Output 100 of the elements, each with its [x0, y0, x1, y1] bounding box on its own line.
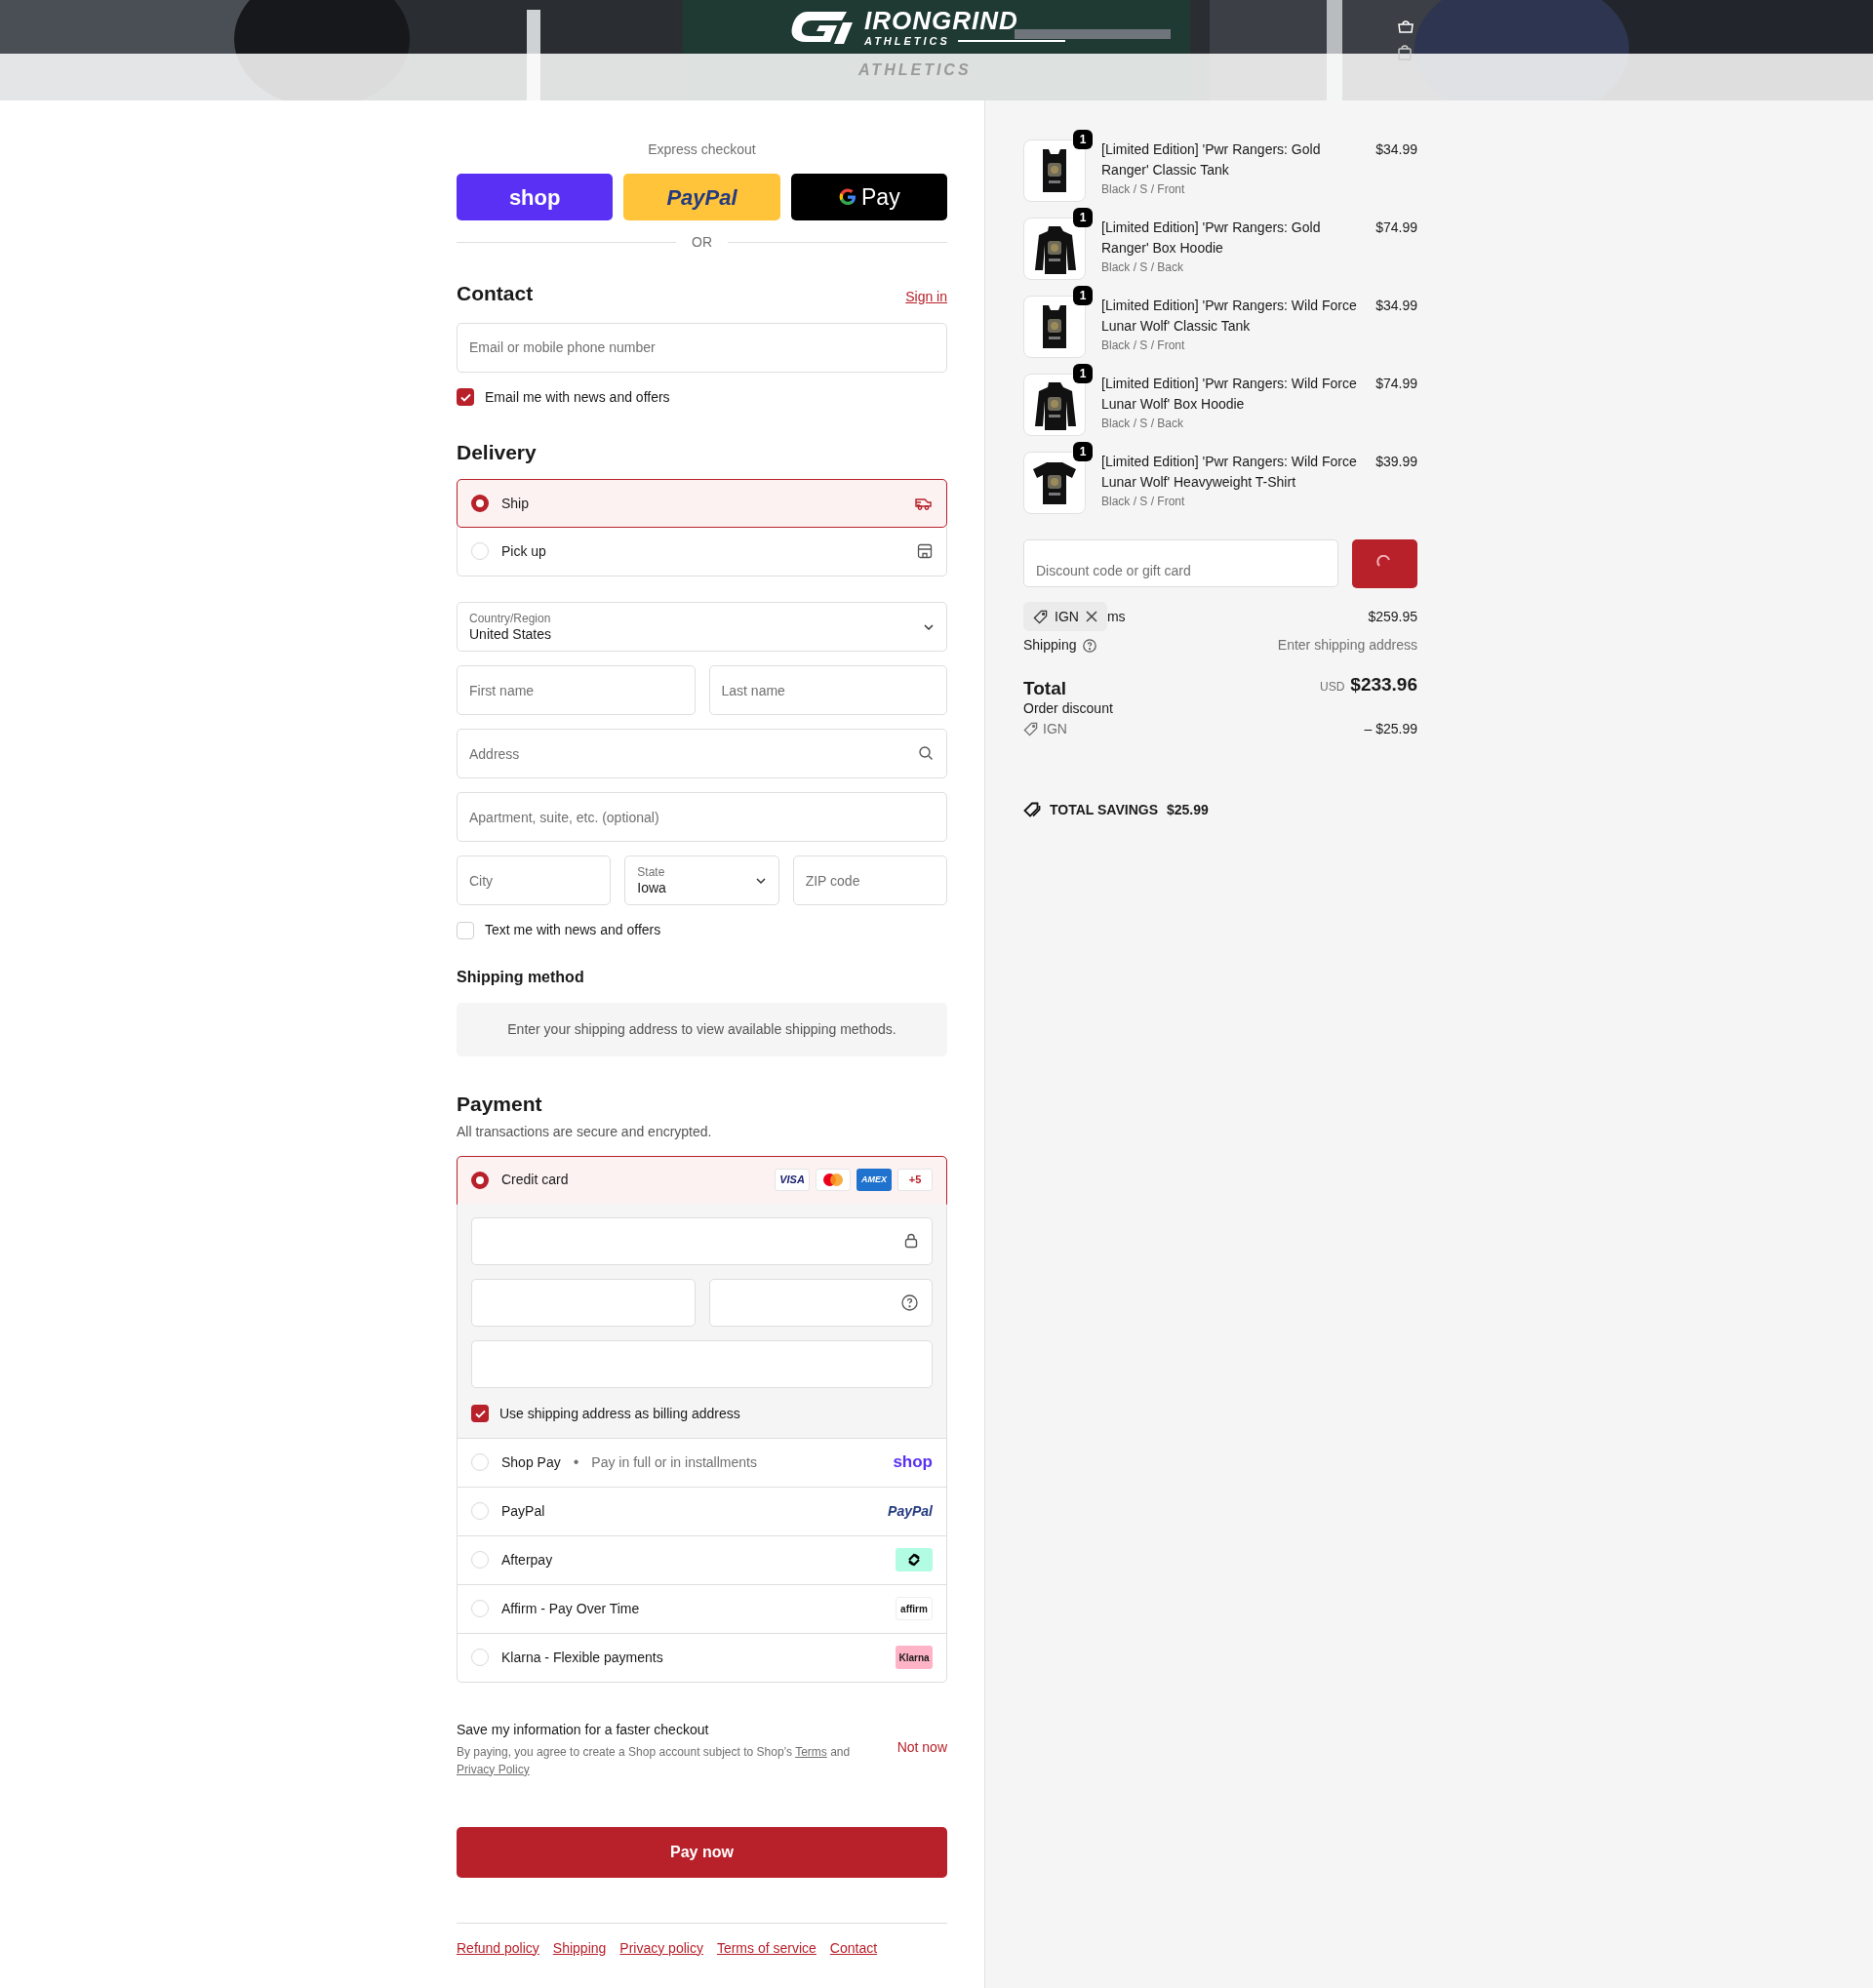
shop-logo: shop	[893, 1451, 933, 1474]
payment-option[interactable]: Affirm - Pay Over Time affirm	[458, 1583, 946, 1633]
chevron-down-icon	[923, 622, 935, 631]
pay-now-button[interactable]: Pay now	[457, 1826, 947, 1878]
not-now-link[interactable]: Not now	[897, 1736, 947, 1758]
express-pay-button[interactable]: Pay	[790, 174, 947, 220]
check-icon	[459, 392, 471, 402]
bag-icon[interactable]	[1397, 20, 1415, 33]
tags-icon	[1023, 802, 1041, 817]
section-heading: Shipping method	[457, 968, 585, 987]
order-discount-label: Order discount	[1023, 698, 1114, 717]
tag-icon	[1033, 609, 1048, 624]
product-variant: Black / S / Back	[1101, 259, 1185, 276]
option-label: PayPal	[501, 1501, 545, 1521]
product-title: [Limited Edition] 'Pwr Rangers: Gold Ranger' Classic Tank	[1101, 140, 1322, 179]
card-input-field[interactable]	[708, 1278, 933, 1327]
truck-icon	[915, 496, 933, 511]
input-field[interactable]: First name	[457, 665, 696, 715]
privacy-policy-link[interactable]: Privacy Policy	[457, 1762, 530, 1776]
input-field[interactable]: Email or mobile phone number	[457, 322, 947, 373]
savings-label: TOTAL SAVINGS	[1050, 800, 1158, 819]
input-field[interactable]: ZIP code	[792, 855, 947, 905]
separator-dot: •	[573, 1452, 579, 1472]
footer-link[interactable]: Contact	[829, 1937, 878, 1959]
bag-icon[interactable]	[1397, 43, 1413, 60]
card-brand-badge: VISA	[775, 1169, 810, 1191]
select-field[interactable]: Country/Region United States	[457, 602, 947, 652]
divider-text: OR	[692, 233, 712, 252]
google-icon	[838, 187, 857, 207]
apply-button[interactable]	[1352, 539, 1417, 588]
card-brand-badge: AMEX	[857, 1169, 892, 1191]
option-label: Ship	[501, 494, 531, 513]
quantity-badge: 1	[1073, 208, 1093, 227]
express-pay-button[interactable]: shop	[457, 174, 614, 220]
tag-icon	[1023, 721, 1038, 736]
sign-in-link[interactable]: Sign in	[905, 286, 947, 307]
option-label: Credit card	[501, 1171, 569, 1189]
input-field[interactable]: Last name	[708, 665, 947, 715]
payment-option[interactable]: PayPal PayPal	[458, 1486, 946, 1535]
terms-link[interactable]: Terms	[795, 1744, 827, 1759]
close-icon[interactable]	[1085, 611, 1097, 622]
search-icon	[918, 745, 934, 761]
footer-link[interactable]: Shipping	[552, 1937, 607, 1959]
checkbox[interactable]	[457, 388, 474, 406]
address-field[interactable]: Address	[457, 729, 947, 778]
method-note: Pay in full or in installments	[591, 1452, 757, 1472]
express-pay-button[interactable]: PayPal	[623, 174, 780, 220]
quantity-badge: 1	[1073, 364, 1093, 383]
info-box: Enter your shipping address to view available shipping methods.	[457, 1003, 947, 1056]
payment-option[interactable]: Shop Pay • Pay in full or in installments shop	[458, 1437, 946, 1487]
card-input-field[interactable]	[471, 1339, 933, 1388]
payment-option[interactable]: Klarna - Flexible payments Klarna	[458, 1632, 946, 1682]
option-label: Affirm - Pay Over Time	[501, 1599, 640, 1618]
checkbox-label: Text me with news and offers	[485, 921, 661, 939]
quantity-badge: 1	[1073, 286, 1093, 305]
product-variant: Black / S / Back	[1101, 416, 1185, 432]
card-input-field[interactable]	[471, 1216, 933, 1265]
check-icon	[474, 1409, 486, 1418]
footer-link[interactable]: Refund policy	[457, 1937, 539, 1959]
product-title: [Limited Edition] 'Pwr Rangers: Gold Ranger' Box Hoodie	[1101, 219, 1322, 258]
total-label: Total	[1023, 677, 1066, 699]
savings-value: $25.99	[1167, 800, 1209, 819]
product-price: $34.99	[1375, 297, 1417, 315]
payment-option[interactable]: Afterpay	[458, 1534, 946, 1584]
currency-code: USD	[1319, 679, 1345, 696]
discount-code: IGN	[1055, 607, 1079, 626]
delivery-option[interactable]: Pick up	[458, 527, 946, 576]
product-price: $34.99	[1375, 140, 1417, 159]
more-brands-badge: +5	[897, 1169, 933, 1191]
field-label: State	[637, 864, 666, 879]
checkbox[interactable]	[457, 921, 474, 939]
input-field[interactable]: City	[457, 855, 612, 905]
footer-link[interactable]: Terms of service	[716, 1937, 817, 1959]
radio-button[interactable]	[471, 495, 489, 512]
option-label: Pick up	[501, 541, 547, 561]
section-subtitle: All transactions are secure and encrypted.	[457, 1122, 713, 1141]
store-icon	[917, 543, 933, 559]
brand-name: IRONGRIND	[864, 8, 1019, 33]
overlapping-circles-icon	[816, 1169, 851, 1191]
radio-button[interactable]	[471, 1171, 489, 1189]
checkbox[interactable]	[471, 1405, 489, 1422]
help-icon	[1082, 638, 1096, 653]
option-label: Afterpay	[501, 1550, 553, 1570]
discount-field[interactable]: Discount code or gift card	[1023, 539, 1338, 587]
select-field[interactable]: State Iowa	[624, 855, 779, 905]
product-variant: Black / S / Front	[1101, 338, 1186, 354]
checkbox-label: Use shipping address as billing address	[499, 1404, 740, 1423]
product-title: [Limited Edition] 'Pwr Rangers: Wild Force Lunar Wolf' Heavyweight T-Shirt	[1101, 453, 1358, 492]
payment-option[interactable]: Credit card VISA AMEX +5	[457, 1155, 947, 1205]
brand-tagline: ATHLETICS	[864, 34, 950, 49]
card-input-field[interactable]	[471, 1278, 696, 1327]
section-heading: Contact	[457, 281, 534, 306]
input-field[interactable]: Apartment, suite, etc. (optional)	[457, 792, 947, 842]
product-price: $39.99	[1375, 453, 1417, 471]
summary-value: Enter shipping address	[1277, 636, 1417, 655]
delivery-option[interactable]: Ship	[457, 479, 947, 528]
quantity-badge: 1	[1073, 442, 1093, 461]
footer-link[interactable]: Privacy policy	[619, 1937, 703, 1959]
product-variant: Black / S / Front	[1101, 181, 1186, 198]
product-price: $74.99	[1375, 219, 1417, 237]
